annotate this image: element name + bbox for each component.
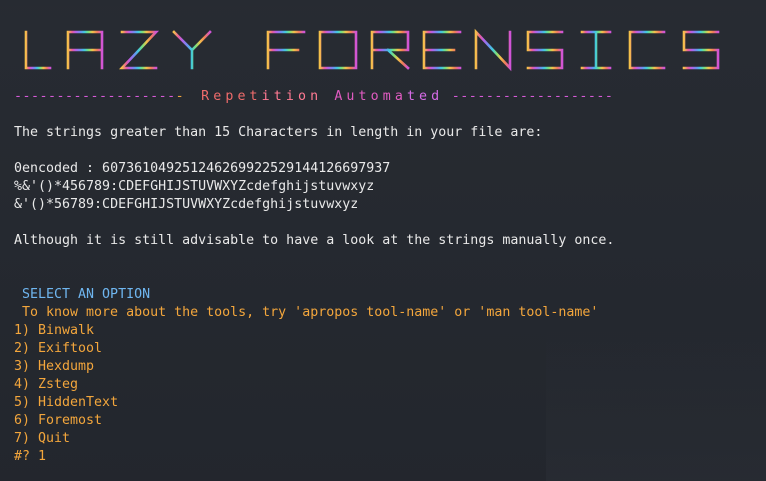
divider-right: ------------------- xyxy=(451,89,614,104)
banner-logo xyxy=(22,28,742,74)
menu-item-exiftool: 2) Exiftool xyxy=(14,341,103,356)
menu-item-hexdump: 3) Hexdump xyxy=(14,359,95,374)
string-line: %&'()*456789:CDEFGHIJSTUVWXYZcdefghijstu… xyxy=(14,179,375,194)
tools-tip: To know more about the tools, try 'aprop… xyxy=(22,305,599,320)
menu-item-quit: 7) Quit xyxy=(14,431,71,446)
menu-item-foremost: 6) Foremost xyxy=(14,413,103,428)
menu-item-hiddentext: 5) HiddenText xyxy=(14,395,119,410)
tagline: Repetition Automated xyxy=(201,89,444,104)
divider-left: ------------------- xyxy=(14,89,176,104)
input-prompt[interactable]: #? 1 xyxy=(14,448,46,466)
terminal-window[interactable]: -------------------- Repetition Automate… xyxy=(0,0,766,481)
menu-item-zsteg: 4) Zsteg xyxy=(14,377,79,392)
strings-intro: The strings greater than 15 Characters i… xyxy=(14,125,543,140)
string-line: &'()*56789:CDEFGHIJSTUVWXYZcdefghijstuvw… xyxy=(14,197,359,212)
menu-item-binwalk: 1) Binwalk xyxy=(14,323,95,338)
select-option-title: SELECT AN OPTION xyxy=(22,287,151,302)
tagline-divider: -------------------- Repetition Automate… xyxy=(14,89,614,104)
advice-text: Although it is still advisable to have a… xyxy=(14,233,615,248)
string-line: 0encoded : 60736104925124626992252914412… xyxy=(14,161,391,176)
